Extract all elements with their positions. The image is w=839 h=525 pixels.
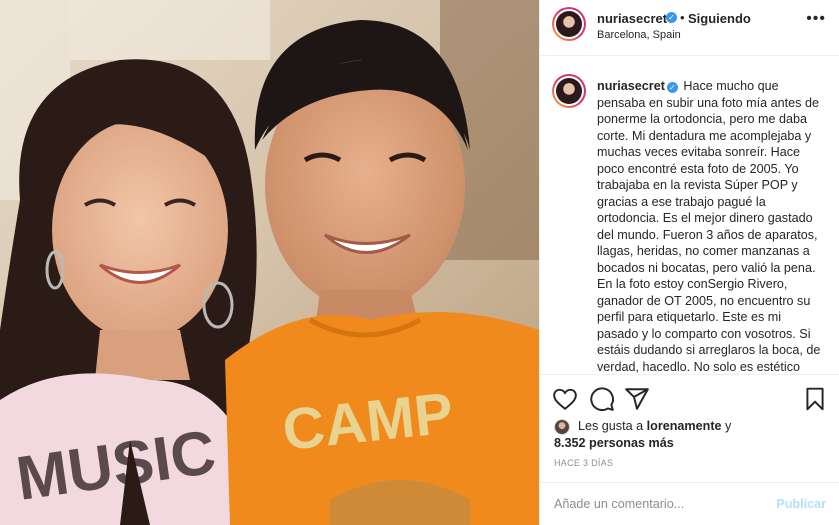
heart-icon: [553, 388, 577, 410]
paper-plane-icon: [625, 388, 649, 410]
caption-username-link[interactable]: nuriasecret: [597, 79, 665, 93]
avatar[interactable]: [552, 7, 586, 41]
liker-username-link[interactable]: lorenamente: [647, 419, 722, 433]
separator-dot: •: [680, 10, 685, 25]
caption-text: nuriasecret ✓ Hace mucho que pensaba en s…: [597, 78, 825, 374]
likes-prefix: Les gusta a: [578, 419, 647, 433]
likes-suffix: y: [721, 419, 732, 433]
post-timestamp[interactable]: HACE 3 DÍAS: [554, 458, 613, 468]
location-link[interactable]: Barcelona, Spain: [597, 29, 681, 41]
likes-count-link[interactable]: 8.352 personas más: [554, 435, 674, 452]
caption-verified-icon: ✓: [666, 82, 678, 93]
verified-badge-icon: ✓: [666, 12, 677, 23]
comment-input[interactable]: [554, 493, 764, 515]
liker-avatar[interactable]: [554, 419, 570, 435]
post-photo[interactable]: MUSIC CAMP: [0, 0, 539, 525]
likes-line: Les gusta a lorenamente y: [578, 418, 731, 435]
bookmark-icon: [806, 387, 824, 411]
photo-image: MUSIC CAMP: [0, 0, 539, 525]
post-header: nuriasecret ✓ • Siguiendo Barcelona, Spa…: [540, 0, 839, 56]
caption-avatar[interactable]: [552, 74, 586, 108]
comment-form: Publicar: [540, 482, 839, 525]
comment-icon: [590, 387, 614, 412]
publish-button[interactable]: Publicar: [776, 497, 826, 511]
comment-button[interactable]: [589, 386, 615, 412]
like-button[interactable]: [552, 386, 578, 412]
caption-body: Hace mucho que pensaba en subir una foto…: [597, 79, 821, 374]
following-button[interactable]: Siguiendo: [688, 11, 751, 26]
share-button[interactable]: [624, 386, 650, 412]
save-button[interactable]: [802, 386, 828, 412]
post-sidebar: nuriasecret ✓ • Siguiendo Barcelona, Spa…: [539, 0, 839, 525]
caption-section: nuriasecret ✓ Hace mucho que pensaba en s…: [540, 57, 839, 375]
action-bar: [540, 380, 839, 420]
more-options-icon[interactable]: •••: [806, 10, 826, 28]
username-link[interactable]: nuriasecret: [597, 11, 667, 26]
